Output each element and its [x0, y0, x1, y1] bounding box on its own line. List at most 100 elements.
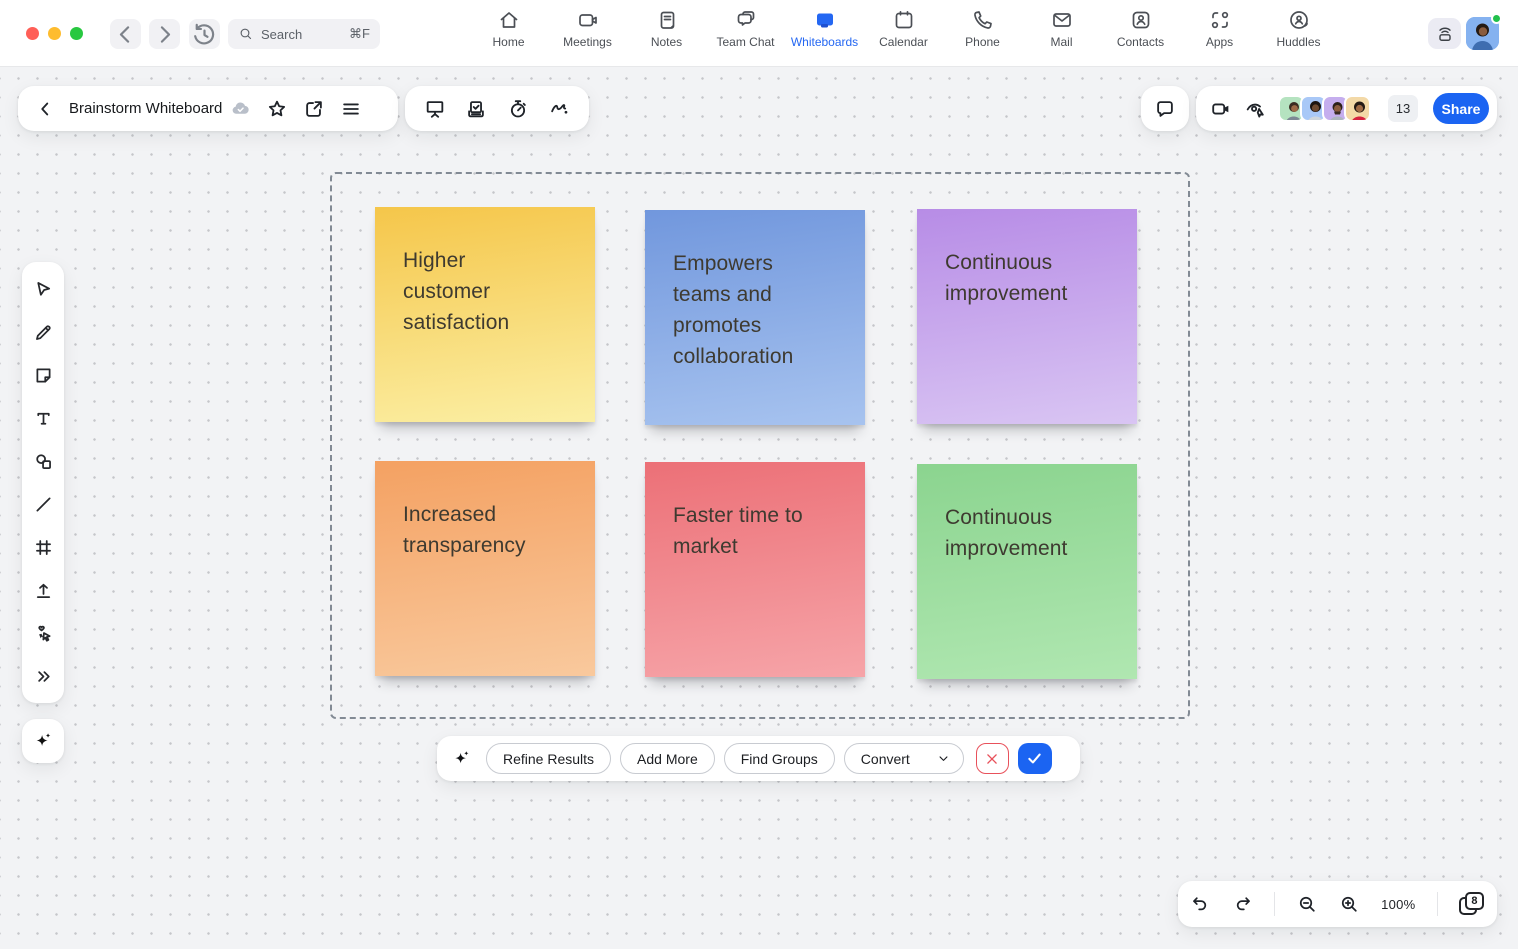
sticky-note[interactable]: Increased transparency: [375, 461, 595, 676]
tool-shapes[interactable]: [22, 441, 64, 481]
tool-select[interactable]: [22, 269, 64, 309]
vote-button[interactable]: [465, 98, 487, 120]
frame-icon: [33, 537, 54, 558]
timer-icon: [507, 98, 529, 120]
apps-icon: [1208, 8, 1232, 32]
redo-icon: [1232, 894, 1253, 915]
favorite-button[interactable]: [266, 98, 288, 120]
maximize-window-button[interactable]: [70, 27, 83, 40]
undo-button[interactable]: [1190, 894, 1211, 915]
comment-pill: [1141, 86, 1189, 131]
divider: [1274, 892, 1275, 916]
board-menu-button[interactable]: [340, 98, 362, 120]
view-controls: 100% 8: [1178, 881, 1497, 927]
start-video-button[interactable]: [1210, 98, 1232, 120]
nav-meetings[interactable]: Meetings: [548, 8, 627, 60]
undo-icon: [1190, 894, 1211, 915]
nav-phone[interactable]: Phone: [943, 8, 1022, 60]
tool-line[interactable]: [22, 484, 64, 524]
sticky-note[interactable]: Higher customer satisfaction: [375, 207, 595, 422]
open-external-button[interactable]: [303, 98, 325, 120]
history-button[interactable]: [189, 19, 220, 49]
sticky-note[interactable]: Continuous improvement: [917, 209, 1137, 424]
tool-frame[interactable]: [22, 527, 64, 567]
comment-icon: [1154, 98, 1176, 120]
find-groups-button[interactable]: Find Groups: [724, 743, 835, 774]
nav-home[interactable]: Home: [469, 8, 548, 60]
redo-button[interactable]: [1232, 894, 1253, 915]
nav-contacts[interactable]: Contacts: [1101, 8, 1180, 60]
follow-presenter-button[interactable]: [1244, 98, 1266, 120]
tool-sticky-note[interactable]: [22, 355, 64, 395]
nav-label: Mail: [1050, 35, 1072, 49]
titlebar: Search ⌘F Home Meetings Notes Team Chat: [0, 0, 1518, 67]
phone-icon: [971, 8, 995, 32]
tool-panel: [22, 262, 64, 703]
participant-avatars[interactable]: [1278, 95, 1371, 122]
search-input[interactable]: Search ⌘F: [228, 19, 380, 49]
ai-sparkle-icon: [451, 748, 472, 769]
board-back-button[interactable]: [34, 98, 56, 120]
board-title-pill: Brainstorm Whiteboard: [18, 86, 398, 131]
nav-huddles[interactable]: Huddles: [1259, 8, 1338, 60]
history-clock-icon: [189, 19, 220, 50]
share-to-device-button[interactable]: [1428, 18, 1461, 49]
nav-label: Phone: [965, 35, 1000, 49]
zoom-out-button[interactable]: [1297, 894, 1318, 915]
nav-label: Meetings: [563, 35, 612, 49]
sticky-note[interactable]: Continuous improvement: [917, 464, 1137, 679]
pages-button[interactable]: 8: [1459, 892, 1485, 916]
meeting-tools-pill: [405, 86, 589, 131]
page-count: 8: [1465, 892, 1484, 910]
nav-label: Huddles: [1276, 35, 1320, 49]
tool-magic-select[interactable]: [22, 613, 64, 653]
nav-label: Team Chat: [716, 35, 774, 49]
participant-count[interactable]: 13: [1388, 95, 1418, 122]
nav-whiteboards[interactable]: Whiteboards: [785, 8, 864, 60]
text-icon: [33, 408, 54, 429]
nav-label: Home: [492, 35, 524, 49]
timer-button[interactable]: [507, 98, 529, 120]
ai-assistant-button[interactable]: [22, 719, 64, 763]
accept-button[interactable]: [1018, 743, 1052, 774]
forward-button[interactable]: [149, 19, 180, 49]
nav-calendar[interactable]: Calendar: [864, 8, 943, 60]
comment-button[interactable]: [1154, 98, 1176, 120]
zoom-level[interactable]: 100%: [1381, 897, 1415, 912]
refine-results-button[interactable]: Refine Results: [486, 743, 611, 774]
nav-label: Notes: [651, 35, 682, 49]
select-icon: [33, 279, 54, 300]
nav-notes[interactable]: Notes: [627, 8, 706, 60]
back-chevron-icon: [34, 98, 56, 120]
sticky-note[interactable]: Empowers teams and promotes collaboratio…: [645, 210, 865, 425]
notes-icon: [655, 8, 679, 32]
ai-sparkle-icon: [32, 730, 54, 752]
back-button[interactable]: [110, 19, 141, 49]
cloud-synced-icon: [230, 98, 251, 119]
minimize-window-button[interactable]: [48, 27, 61, 40]
convert-dropdown-value: Convert: [861, 751, 910, 767]
laser-pointer-button[interactable]: [548, 98, 570, 120]
tool-upload[interactable]: [22, 570, 64, 610]
sticky-note[interactable]: Faster time to market: [645, 462, 865, 677]
nav-mail[interactable]: Mail: [1022, 8, 1101, 60]
presence-indicator: [1491, 13, 1502, 24]
add-more-button[interactable]: Add More: [620, 743, 715, 774]
tool-more[interactable]: [22, 656, 64, 696]
whiteboards-icon: [813, 8, 837, 32]
tool-text[interactable]: [22, 398, 64, 438]
vote-icon: [465, 98, 487, 120]
divider: [1437, 892, 1438, 916]
board-title: Brainstorm Whiteboard: [69, 100, 222, 117]
nav-team-chat[interactable]: Team Chat: [706, 8, 785, 60]
tool-pen[interactable]: [22, 312, 64, 352]
main-nav: Home Meetings Notes Team Chat Whiteboard…: [469, 8, 1338, 60]
share-button[interactable]: Share: [1433, 93, 1489, 124]
open-external-icon: [303, 98, 325, 120]
close-window-button[interactable]: [26, 27, 39, 40]
reject-button[interactable]: [976, 743, 1009, 774]
convert-dropdown[interactable]: Convert: [844, 743, 964, 774]
nav-apps[interactable]: Apps: [1180, 8, 1259, 60]
present-button[interactable]: [424, 98, 446, 120]
zoom-in-button[interactable]: [1339, 894, 1360, 915]
